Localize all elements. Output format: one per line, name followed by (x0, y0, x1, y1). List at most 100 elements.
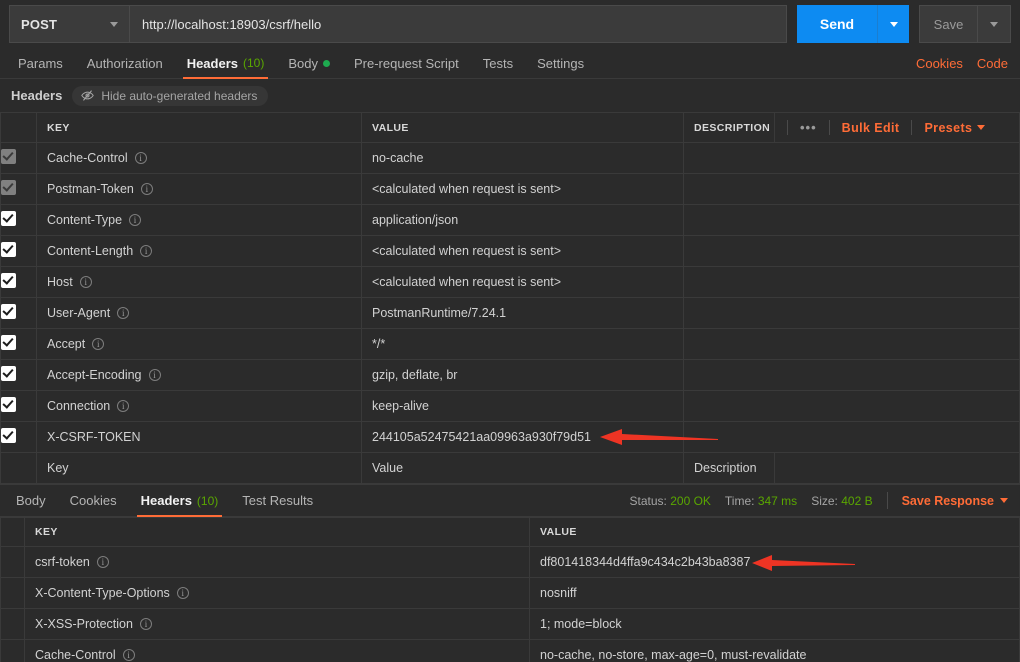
new-header-description-input[interactable]: Description (683, 452, 775, 484)
checkbox-icon[interactable] (1, 366, 16, 381)
tab-body[interactable]: Body (276, 48, 342, 78)
header-key-cell[interactable]: Accept-Encoding i (36, 359, 362, 391)
checkbox-icon[interactable] (1, 273, 16, 288)
new-header-value-input[interactable]: Value (361, 452, 684, 484)
info-icon[interactable]: i (176, 587, 189, 599)
header-description-cell[interactable] (683, 421, 1020, 453)
hide-auto-generated-headers-button[interactable]: Hide auto-generated headers (72, 85, 269, 106)
checkbox-icon[interactable] (1, 428, 16, 443)
table-row[interactable]: Accept-Encoding i gzip, deflate, br (0, 359, 1020, 391)
send-options-button[interactable] (877, 5, 909, 43)
header-value-cell[interactable]: <calculated when request is sent> (361, 266, 684, 298)
info-icon[interactable]: i (148, 369, 161, 381)
checkbox-icon[interactable] (1, 335, 16, 350)
header-description-cell[interactable] (683, 266, 1020, 298)
table-row[interactable]: Host i <calculated when request is sent> (0, 266, 1020, 298)
row-checkbox-cell[interactable] (0, 390, 37, 422)
save-options-button[interactable] (977, 5, 1011, 43)
info-icon[interactable]: i (117, 307, 130, 319)
row-checkbox-cell[interactable] (0, 421, 37, 453)
header-value-cell[interactable]: */* (361, 328, 684, 360)
header-description-cell[interactable] (683, 204, 1020, 236)
header-key-cell[interactable]: Content-Type i (36, 204, 362, 236)
response-tab-body[interactable]: Body (4, 485, 58, 516)
row-checkbox-cell[interactable] (0, 173, 37, 205)
row-checkbox-cell[interactable] (0, 328, 37, 360)
header-description-cell[interactable] (683, 297, 1020, 329)
row-checkbox-cell[interactable] (0, 204, 37, 236)
table-row[interactable]: Cache-Control i no-cache (0, 142, 1020, 174)
response-tab-headers[interactable]: Headers (10) (129, 485, 231, 517)
row-checkbox-cell[interactable] (0, 235, 37, 267)
save-response-button[interactable]: Save Response (902, 494, 1008, 508)
header-key-cell[interactable]: Host i (36, 266, 362, 298)
checkbox-icon[interactable] (1, 397, 16, 412)
header-key-cell[interactable]: Content-Length i (36, 235, 362, 267)
row-checkbox-cell[interactable] (0, 359, 37, 391)
row-checkbox-cell[interactable] (0, 266, 37, 298)
cookies-link[interactable]: Cookies (916, 56, 963, 71)
table-row[interactable]: X-CSRF-TOKEN 244105a52475421aa09963a930f7… (0, 421, 1020, 453)
table-row[interactable]: Postman-Token i <calculated when request i… (0, 173, 1020, 205)
response-tab-test-results[interactable]: Test Results (230, 485, 325, 516)
header-key-cell[interactable]: X-CSRF-TOKEN (36, 421, 362, 453)
tab-tests[interactable]: Tests (471, 48, 525, 78)
header-description-cell[interactable] (683, 142, 1020, 174)
header-description-cell[interactable] (683, 390, 1020, 422)
save-button[interactable]: Save (919, 5, 977, 43)
header-value-cell[interactable]: <calculated when request is sent> (361, 173, 684, 205)
header-key-cell[interactable]: User-Agent i (36, 297, 362, 329)
info-icon[interactable]: i (96, 556, 109, 568)
tab-settings[interactable]: Settings (525, 48, 596, 78)
info-icon[interactable]: i (139, 618, 152, 630)
new-header-key-input[interactable]: Key (36, 452, 362, 484)
info-icon[interactable]: i (92, 338, 105, 350)
checkbox-icon[interactable] (1, 211, 16, 226)
info-icon[interactable]: i (134, 152, 147, 164)
header-value-cell[interactable]: application/json (361, 204, 684, 236)
send-button[interactable]: Send (797, 5, 877, 43)
info-icon[interactable]: i (117, 400, 130, 412)
checkbox-icon[interactable] (1, 304, 16, 319)
table-row[interactable]: X-XSS-Protection i 1; mode=block (0, 608, 1020, 640)
table-row[interactable]: Accept i */* (0, 328, 1020, 360)
header-value-cell[interactable]: <calculated when request is sent> (361, 235, 684, 267)
code-link[interactable]: Code (977, 56, 1008, 71)
table-row[interactable]: Content-Length i <calculated when request … (0, 235, 1020, 267)
bulk-edit-button[interactable]: Bulk Edit (842, 121, 900, 135)
header-description-cell[interactable] (683, 359, 1020, 391)
tab-params[interactable]: Params (6, 48, 75, 78)
response-tab-cookies[interactable]: Cookies (58, 485, 129, 516)
info-icon[interactable]: i (140, 245, 153, 257)
header-description-cell[interactable] (683, 328, 1020, 360)
header-value-cell[interactable]: PostmanRuntime/7.24.1 (361, 297, 684, 329)
table-row[interactable]: X-Content-Type-Options i nosniff (0, 577, 1020, 609)
table-row[interactable]: Cache-Control i no-cache, no-store, max-ag… (0, 639, 1020, 662)
request-url-input[interactable] (129, 5, 787, 43)
header-value-cell[interactable]: gzip, deflate, br (361, 359, 684, 391)
row-checkbox-cell[interactable] (0, 297, 37, 329)
info-icon[interactable]: i (79, 276, 92, 288)
checkbox-icon[interactable] (1, 180, 16, 195)
header-key-cell[interactable]: Connection i (36, 390, 362, 422)
more-options-icon[interactable]: ••• (800, 121, 817, 134)
tab-headers[interactable]: Headers (10) (175, 48, 277, 79)
header-key-cell[interactable]: Postman-Token i (36, 173, 362, 205)
presets-button[interactable]: Presets (924, 121, 986, 135)
header-key-cell[interactable]: Cache-Control i (36, 142, 362, 174)
header-value-cell[interactable]: 244105a52475421aa09963a930f79d51 (361, 421, 684, 453)
tab-authorization[interactable]: Authorization (75, 48, 175, 78)
new-header-row[interactable]: Key Value Description (0, 452, 1020, 484)
header-value-cell[interactable]: no-cache (361, 142, 684, 174)
checkbox-icon[interactable] (1, 242, 16, 257)
info-icon[interactable]: i (140, 183, 153, 195)
info-icon[interactable]: i (122, 649, 135, 661)
header-key-cell[interactable]: Accept i (36, 328, 362, 360)
info-icon[interactable]: i (129, 214, 142, 226)
header-value-cell[interactable]: keep-alive (361, 390, 684, 422)
header-description-cell[interactable] (683, 173, 1020, 205)
table-row[interactable]: Content-Type i application/json (0, 204, 1020, 236)
row-checkbox-cell[interactable] (0, 142, 37, 174)
tab-pre-request-script[interactable]: Pre-request Script (342, 48, 471, 78)
checkbox-icon[interactable] (1, 149, 16, 164)
